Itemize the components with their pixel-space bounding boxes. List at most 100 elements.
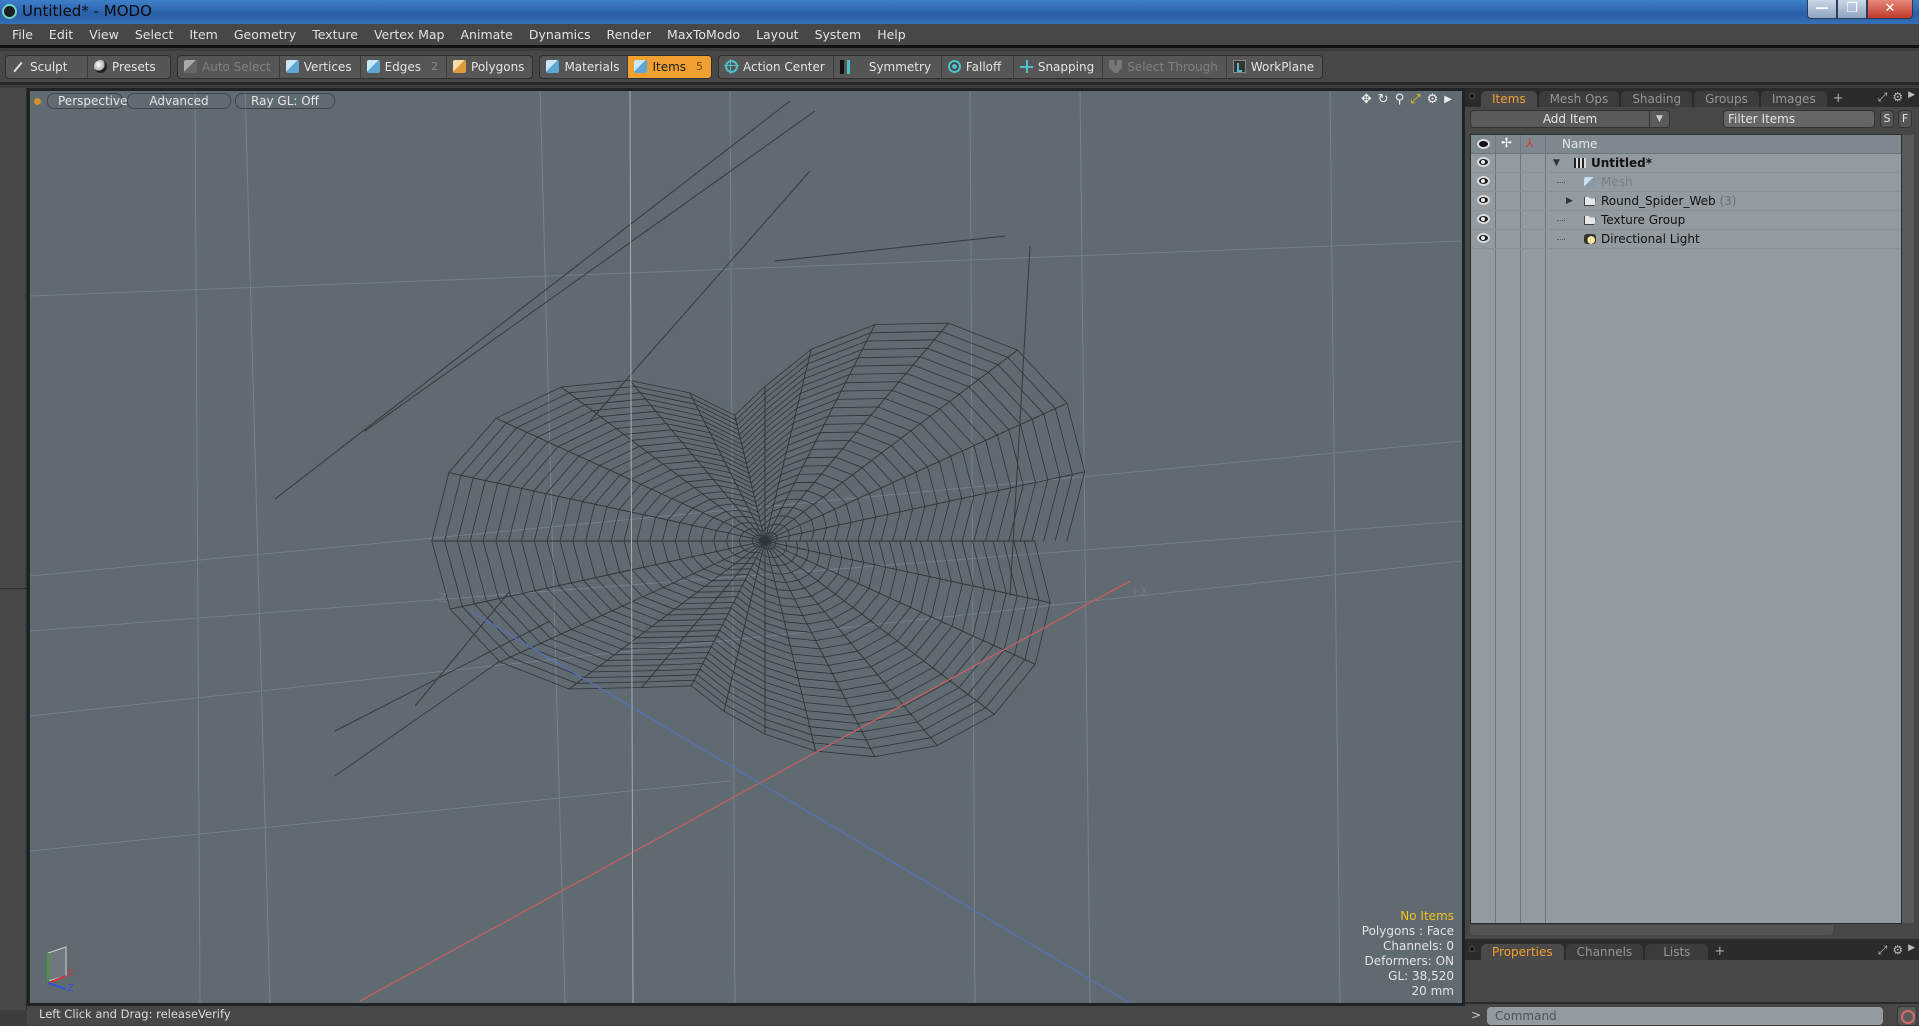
menu-layout[interactable]: Layout [748,27,807,42]
tree-row-texture-group[interactable]: Texture Group [1471,211,1901,230]
tab-groups[interactable]: Groups [1694,91,1759,107]
add-item-button[interactable]: Add Item ▼ [1470,110,1670,128]
visibility-eye-icon[interactable] [1477,176,1490,186]
auto-select-button[interactable]: Auto Select [178,55,280,78]
tab-lists[interactable]: Lists [1645,944,1709,960]
menu-edit[interactable]: Edit [41,27,81,42]
viewport-options-dot[interactable] [34,97,41,105]
menu-file[interactable]: File [4,27,41,42]
panel-options-dot[interactable] [1469,946,1475,952]
name-column-header[interactable]: Name [1562,137,1597,151]
s-button[interactable]: S [1880,110,1894,128]
snapping-icon [1019,60,1033,73]
view-mode-dropdown[interactable]: Perspective [47,93,128,109]
visibility-eye-icon[interactable] [1477,214,1490,224]
fit-view-icon[interactable]: ⤢ [1410,92,1420,107]
menu-dynamics[interactable]: Dynamics [521,27,599,42]
left-toolbox-strip[interactable] [0,88,27,1010]
select-through-button[interactable]: Select Through [1103,55,1227,78]
main-toolbar: Sculpt Presets Auto Select Vertices Edge… [0,51,1919,85]
command-input[interactable]: Command [1487,1007,1883,1025]
tree-row-round-spider-web[interactable]: ▶ Round_Spider_Web (3) [1471,192,1901,211]
menu-view[interactable]: View [81,27,127,42]
expand-panel-icon[interactable]: ⤢ [1878,90,1888,105]
transform-column-icon[interactable]: ⅄ [1526,136,1533,150]
minimize-button[interactable]: — [1807,0,1837,19]
zoom-view-icon[interactable]: ⚲ [1395,92,1405,107]
tree-vertical-scrollbar[interactable] [1902,135,1914,923]
tree-row-mesh[interactable]: Mesh [1471,173,1901,192]
more-icon[interactable]: ▶ [1444,94,1452,105]
visibility-eye-icon[interactable] [1477,233,1490,243]
menu-texture[interactable]: Texture [304,27,366,42]
expand-arrow-icon[interactable]: ▶ [1566,196,1573,206]
auto-select-label: Auto Select [202,59,271,74]
column-divider [1545,135,1546,923]
panel-settings-icon[interactable]: ⚙ [1892,943,1903,958]
3d-viewport[interactable]: Perspective Advanced Ray GL: Off ✥ ↻ ⚲ ⤢… [27,88,1465,1006]
edges-button[interactable]: Edges 2 [361,55,448,78]
sculpt-button[interactable]: Sculpt [6,55,88,78]
collapse-arrow-icon[interactable]: ▼ [1553,158,1560,168]
items-button[interactable]: Items 5 [628,55,712,78]
panel-settings-icon[interactable]: ⚙ [1892,90,1903,105]
lock-column-icon[interactable]: ✢ [1501,136,1512,151]
tab-mesh-ops[interactable]: Mesh Ops [1538,91,1620,107]
menu-vertex-map[interactable]: Vertex Map [366,27,453,42]
items-label: Items [652,59,687,74]
snapping-label: Snapping [1037,59,1095,74]
tab-channels[interactable]: Channels [1565,944,1644,960]
visibility-eye-icon[interactable] [1477,157,1490,167]
panel-options-dot[interactable] [1469,93,1475,99]
menu-system[interactable]: System [807,27,870,42]
presets-button[interactable]: Presets [88,56,164,78]
add-tab-button[interactable]: + [1833,91,1844,107]
symmetry-button[interactable]: Symmetry [834,55,942,78]
polygons-button[interactable]: Polygons [447,56,532,78]
filter-items-input[interactable]: Filter Items [1723,110,1875,128]
tree-connector [1557,182,1565,183]
panel-more-icon[interactable]: ▶ [1908,90,1915,105]
menu-maxtomodo[interactable]: MaxToModo [659,27,748,42]
move-view-icon[interactable]: ✥ [1361,92,1372,107]
menu-select[interactable]: Select [127,27,182,42]
item-mode-group: Materials Items 5 [539,54,713,79]
action-center-label: Action Center [743,59,825,74]
settings-icon[interactable]: ⚙ [1427,92,1439,107]
menu-bar: File Edit View Select Item Geometry Text… [0,24,1919,48]
tab-shading[interactable]: Shading [1621,91,1693,107]
close-button[interactable]: ✕ [1867,0,1913,19]
menu-render[interactable]: Render [599,27,660,42]
f-button[interactable]: F [1898,110,1912,128]
raygl-toggle[interactable]: Ray GL: Off [235,93,335,109]
tree-row-directional-light[interactable]: Directional Light [1471,230,1901,249]
materials-button[interactable]: Materials [540,55,629,78]
shading-mode-dropdown[interactable]: Advanced [127,93,231,109]
menu-geometry[interactable]: Geometry [226,27,304,42]
add-tab-button[interactable]: + [1714,944,1725,960]
tree-horizontal-scrollbar[interactable] [1470,925,1833,935]
menu-help[interactable]: Help [869,27,914,42]
panel-more-icon[interactable]: ▶ [1908,943,1915,958]
rotate-view-icon[interactable]: ↻ [1378,92,1389,107]
expand-panel-icon[interactable]: ⤢ [1878,943,1888,958]
gizmo-x-label: X [67,968,74,979]
tab-items[interactable]: Items [1481,91,1537,107]
record-macro-button[interactable] [1897,1006,1917,1026]
tree-row-scene[interactable]: ▼ Untitled* [1471,154,1901,173]
vertices-button[interactable]: Vertices [280,55,361,78]
add-item-dropdown-icon[interactable]: ▼ [1649,111,1669,127]
sculpt-label: Sculpt [30,59,68,74]
tab-images[interactable]: Images [1760,91,1827,107]
tab-properties[interactable]: Properties [1481,944,1564,960]
visibility-column-icon[interactable] [1477,139,1490,149]
symmetry-icon [839,59,850,74]
menu-animate[interactable]: Animate [453,27,521,42]
visibility-eye-icon[interactable] [1477,195,1490,205]
action-center-button[interactable]: Action Center [719,55,834,78]
falloff-button[interactable]: Falloff [942,55,1014,78]
maximize-button[interactable]: ❐ [1837,0,1867,19]
menu-item[interactable]: Item [181,27,225,42]
snapping-button[interactable]: Snapping [1014,55,1104,78]
workplane-button[interactable]: WorkPlane [1227,56,1322,78]
